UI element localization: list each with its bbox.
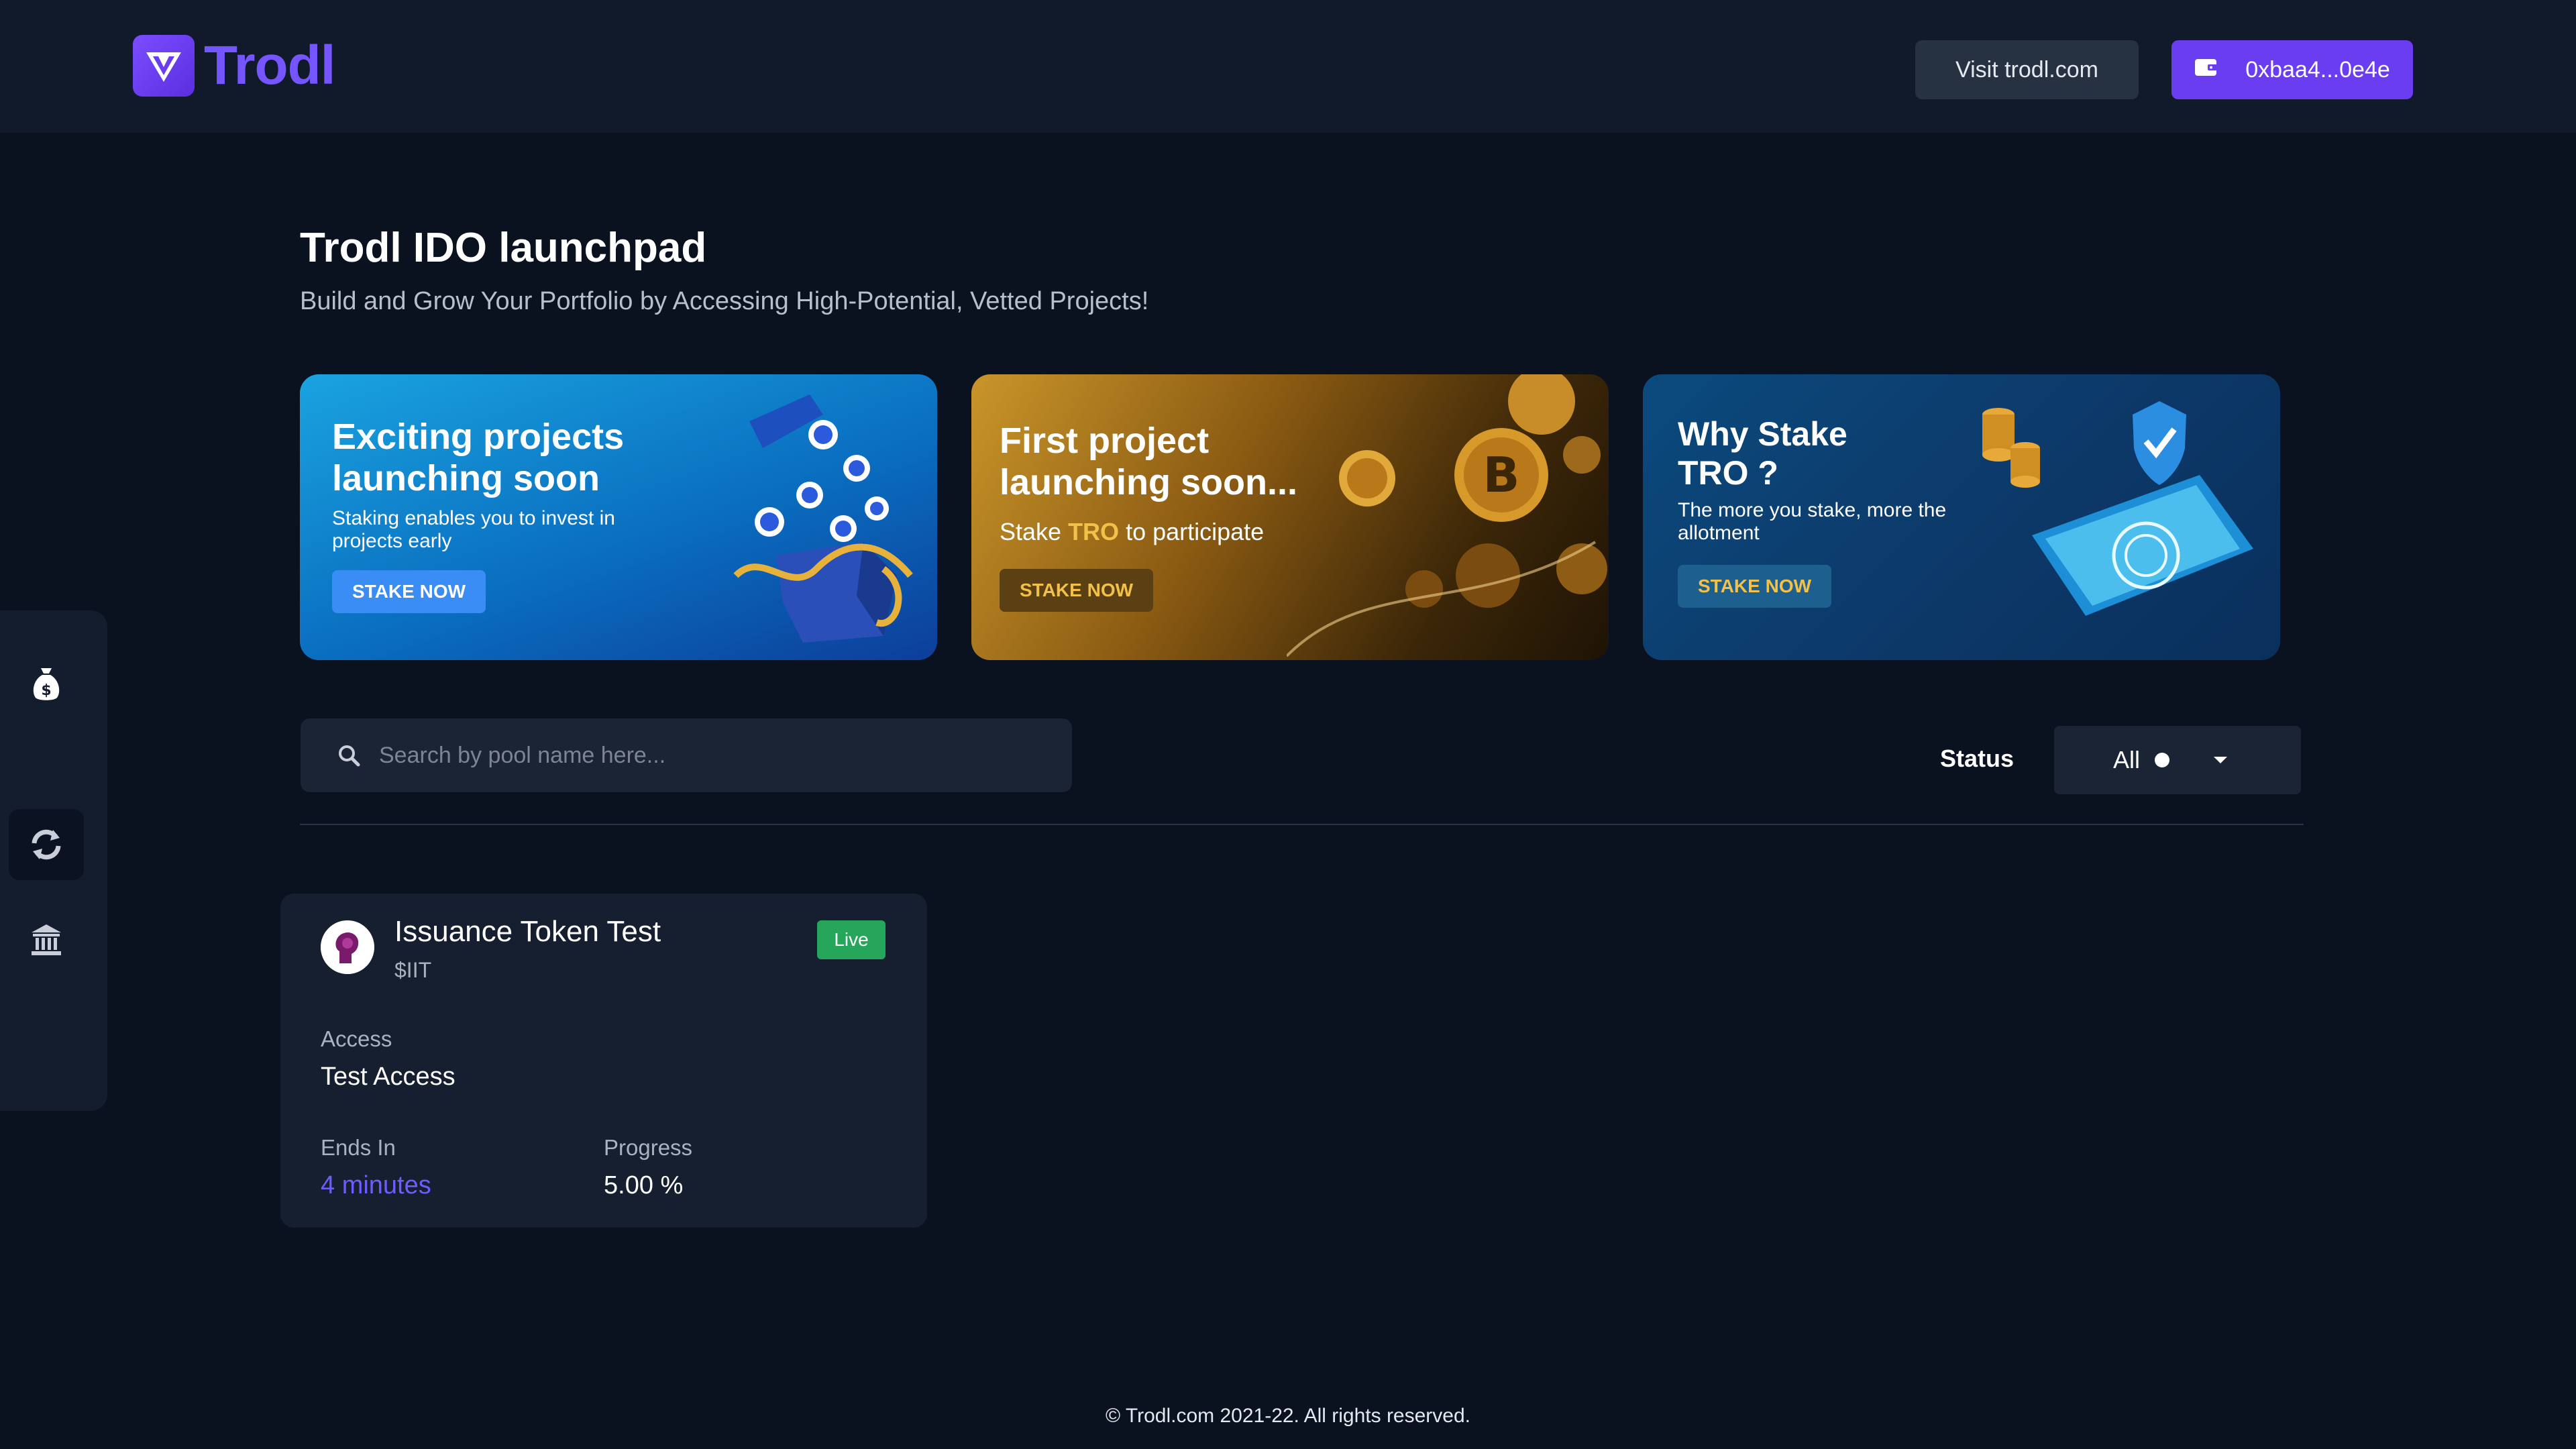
wallet-address: 0xbaa4...0e4e: [2245, 56, 2390, 83]
banner-text: Staking enables you to invest in project…: [332, 507, 615, 552]
brand-logo[interactable]: Trodl: [133, 34, 335, 98]
crypto-coins-illustration: B: [1287, 374, 1607, 657]
pool-name: Issuance Token Test: [394, 915, 661, 948]
banner-why-stake[interactable]: Why Stake TRO ? The more you stake, more…: [1643, 374, 2280, 660]
ends-in-label: Ends In: [321, 1135, 396, 1160]
banner-text: The more you stake, more the allotment: [1678, 499, 1947, 544]
token-avatar: [321, 920, 374, 974]
pool-symbol: $IIT: [394, 958, 432, 982]
page-title: Trodl IDO launchpad: [300, 225, 707, 271]
pool-card[interactable]: Issuance Token Test $IIT Live Access Tes…: [280, 894, 927, 1228]
banner-exciting-projects[interactable]: Exciting projects launching soon Staking…: [300, 374, 937, 660]
search-icon: [339, 745, 360, 767]
banner-text-pre: Stake: [1000, 518, 1069, 545]
svg-text:B: B: [1483, 447, 1520, 503]
swap-icon: [32, 829, 61, 860]
sidebar-item-swap[interactable]: [9, 809, 84, 880]
ends-in-value: 4 minutes: [321, 1171, 431, 1199]
sidebar: $: [0, 610, 107, 1111]
visit-site-button[interactable]: Visit trodl.com: [1915, 40, 2139, 99]
access-label: Access: [321, 1026, 392, 1051]
search-bar[interactable]: [301, 718, 1072, 792]
chevron-down-icon: [2214, 757, 2228, 763]
brand-name: Trodl: [204, 35, 335, 96]
status-dropdown[interactable]: All: [2054, 726, 2301, 794]
status-label: Status: [1940, 745, 2015, 772]
top-header: Trodl Visit trodl.com 0xbaa4...0e4e: [0, 0, 2576, 133]
stake-now-button[interactable]: STAKE NOW: [1000, 569, 1154, 612]
wallet-icon: [2194, 57, 2218, 83]
wallet-button[interactable]: 0xbaa4...0e4e: [2171, 40, 2413, 99]
sidebar-item-bank[interactable]: [9, 904, 84, 975]
stake-now-button[interactable]: STAKE NOW: [332, 570, 486, 613]
progress-label: Progress: [604, 1135, 693, 1160]
access-value: Test Access: [321, 1063, 455, 1091]
filter-divider: [300, 824, 2304, 825]
footer-copyright: © Trodl.com 2021-22. All rights reserved…: [1105, 1405, 1470, 1427]
search-input[interactable]: [379, 742, 983, 769]
status-dot-icon: [2155, 753, 2170, 767]
bank-icon: [32, 924, 61, 955]
money-bag-icon: $: [33, 668, 60, 700]
status-selected-value: All: [2113, 746, 2141, 773]
gift-box-illustration: [733, 394, 913, 643]
banner-text-highlight: TRO: [1068, 518, 1120, 545]
trodl-logo-icon: [133, 35, 195, 97]
svg-text:$: $: [41, 682, 51, 699]
page-subtitle: Build and Grow Your Portfolio by Accessi…: [300, 287, 1149, 315]
banner-first-project[interactable]: B First project launching soon... Stake …: [971, 374, 1609, 660]
status-badge: Live: [817, 920, 885, 959]
banner-heading: Why Stake TRO ?: [1678, 415, 1847, 492]
banner-text-post: to participate: [1119, 518, 1265, 545]
progress-value: 5.00 %: [604, 1171, 684, 1199]
banner-heading: Exciting projects launching soon: [332, 417, 625, 498]
banner-text: Stake TRO to participate: [1000, 518, 1265, 545]
banner-heading: First project launching soon...: [1000, 421, 1297, 502]
stake-now-button[interactable]: STAKE NOW: [1678, 565, 1832, 608]
sidebar-item-invest[interactable]: $: [9, 648, 84, 719]
